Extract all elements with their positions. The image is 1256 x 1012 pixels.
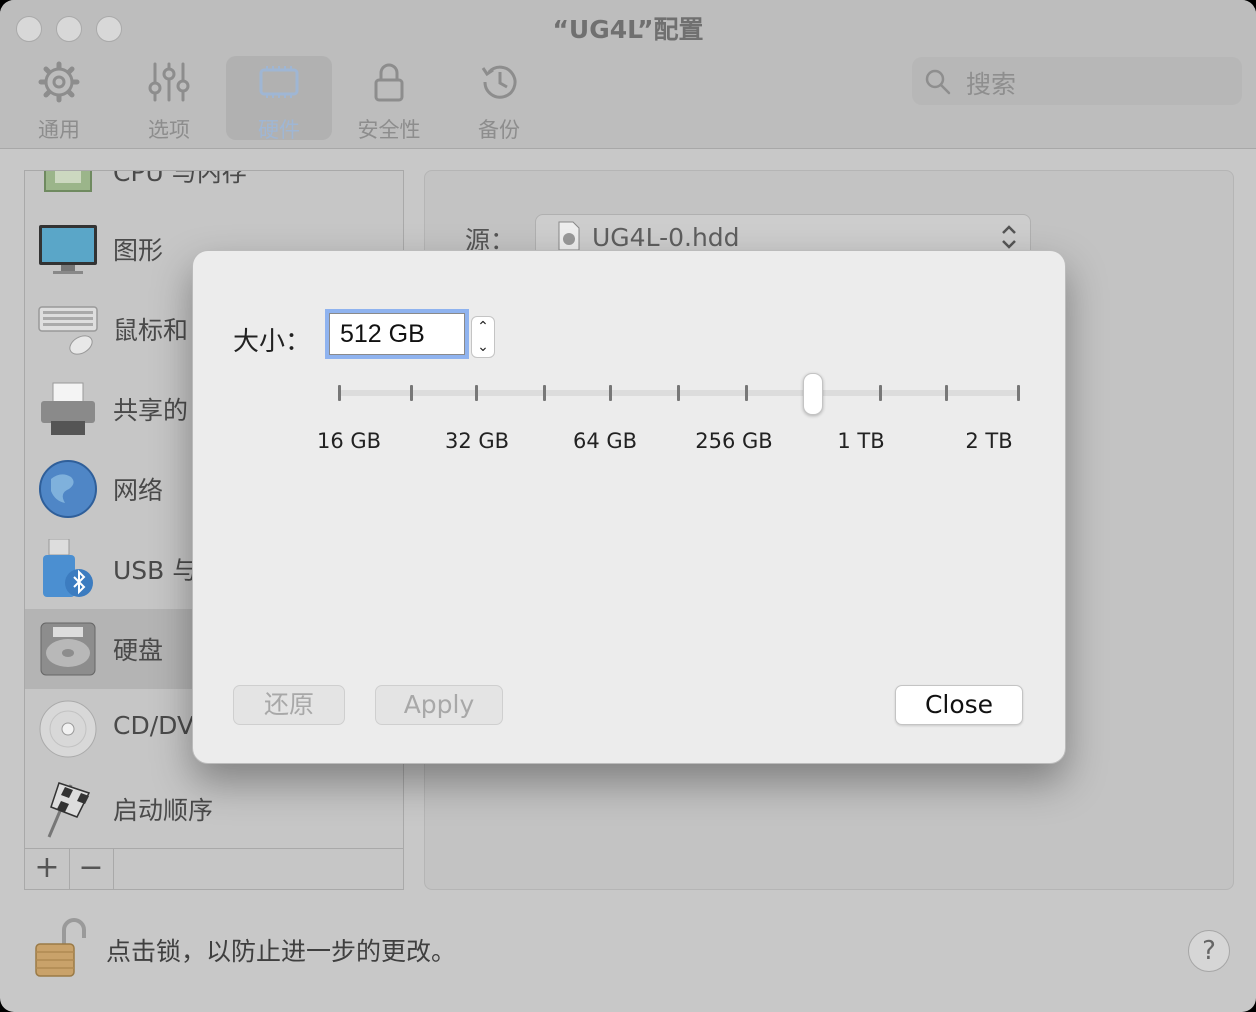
chip-icon [259,66,299,98]
config-window: “UG4L”配置 通用 选项 硬件 安全性 备份 搜索 CPU 与内存 图形 鼠… [0,0,1256,1012]
lock-hint-text: 点击锁，以防止进一步的更改。 [106,937,457,966]
cd-icon [39,700,97,758]
sliders-icon [148,62,190,102]
size-label: 大小： [233,327,312,357]
sidebar-item-label: 启动顺序 [113,796,214,825]
disk-file-icon [558,221,580,251]
cpu-icon [44,171,92,192]
tab-backup[interactable]: 备份 [446,56,552,142]
help-button[interactable]: ? [1188,930,1230,972]
tab-options-label: 选项 [148,118,190,142]
stepper-up-icon[interactable]: ⌃ [472,317,494,337]
size-slider-thumb[interactable] [803,373,823,415]
printer-icon [41,382,95,435]
window-title: “UG4L”配置 [552,15,704,44]
unlocked-padlock-icon[interactable] [34,916,86,978]
slider-tick [879,385,882,401]
tab-hardware-label: 硬件 [258,118,300,142]
sidebar-footer: + − [25,848,403,889]
resize-disk-dialog: 大小： ⌃ ⌄ 16 GB 32 GB 64 GB 256 GB 1 TB 2 TB 还原… [192,250,1066,764]
slider-tick [945,385,948,401]
size-stepper[interactable]: ⌃ ⌄ [471,316,495,358]
tab-hardware[interactable]: 硬件 [226,56,332,142]
apply-button[interactable]: Apply [375,685,503,725]
slider-label: 64 GB [572,429,638,453]
slider-label: 256 GB [695,429,773,453]
search-icon [925,69,951,95]
sidebar-item-label: CPU 与内存 [113,170,247,187]
add-device-button[interactable]: + [25,849,70,889]
slider-tick [475,385,478,401]
slider-tick [745,385,748,401]
globe-icon [39,460,97,518]
stepper-down-icon[interactable]: ⌄ [472,337,494,357]
tab-options[interactable]: 选项 [116,56,222,142]
slider-tick [1017,385,1020,401]
monitor-icon [39,225,97,274]
source-value: UG4L-0.hdd [592,223,740,252]
slider-tick [543,385,546,401]
slider-tick [677,385,680,401]
keyboard-mouse-icon [38,306,98,355]
slider-label: 32 GB [444,429,510,453]
revert-button[interactable]: 还原 [233,685,345,725]
sidebar-item-label: 硬盘 [113,636,164,665]
gear-icon [38,61,80,103]
sidebar-item-label: 共享的 [113,396,189,425]
slider-label: 2 TB [965,429,1013,453]
slider-label: 16 GB [316,429,382,453]
sidebar-item-label: CD/DV [113,711,195,740]
sidebar-item-cpu[interactable]: CPU 与内存 [25,170,403,211]
search-field[interactable]: 搜索 [912,57,1242,105]
tab-security[interactable]: 安全性 [336,56,442,142]
history-clock-icon [481,65,517,99]
search-placeholder: 搜索 [966,70,1017,99]
sidebar-item-label: 鼠标和 [113,316,189,345]
titlebar: “UG4L”配置 通用 选项 硬件 安全性 备份 搜索 [0,0,1256,149]
sidebar-item-boot-order[interactable]: 启动顺序 [25,769,403,849]
slider-tick [338,385,341,401]
sidebar-item-label: USB 与 [113,556,198,585]
checkered-flag-icon [47,782,91,838]
slider-label: 1 TB [837,429,885,453]
sidebar-item-label: 网络 [113,476,164,505]
slider-tick [609,385,612,401]
hard-disk-icon [40,622,96,676]
lock-icon [374,63,404,102]
tab-general[interactable]: 通用 [6,56,112,142]
sidebar-item-label: 图形 [113,236,164,265]
close-button[interactable]: Close [895,685,1023,725]
slider-tick [410,385,413,401]
usb-bluetooth-icon [43,539,93,597]
chevron-up-down-icon [1002,225,1016,249]
tab-backup-label: 备份 [478,118,520,142]
tab-security-label: 安全性 [357,118,421,142]
size-input[interactable] [329,313,465,355]
tab-general-label: 通用 [38,118,80,142]
remove-device-button[interactable]: − [69,849,114,889]
